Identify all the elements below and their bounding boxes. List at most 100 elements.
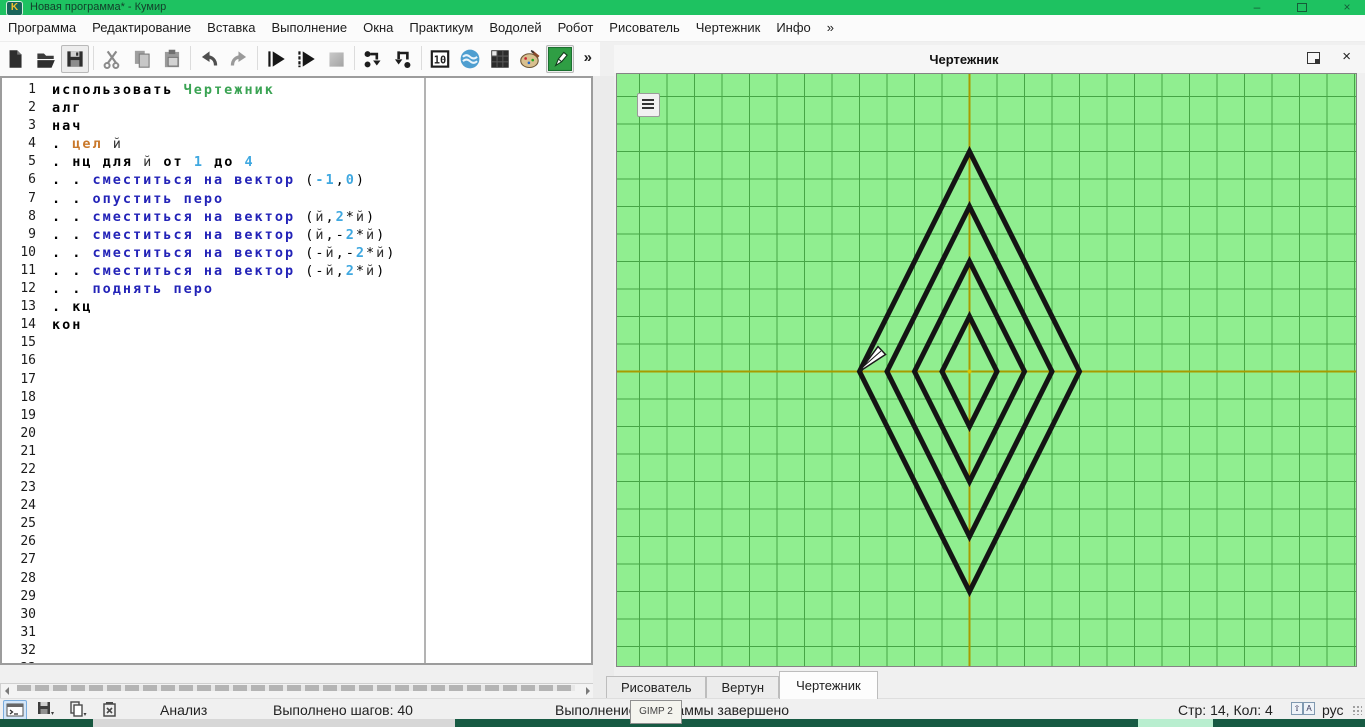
menu-item-editing[interactable]: Редактирование (84, 15, 199, 35)
close-button[interactable]: × (1337, 0, 1357, 15)
layout-language[interactable]: рус (1322, 702, 1343, 718)
save-file-button[interactable] (61, 45, 89, 73)
menu-item-overflow[interactable]: » (819, 15, 842, 35)
code-text[interactable]: использовать Чертежник алг нач. цел й. нц … (52, 81, 396, 663)
code-token: . . (52, 208, 93, 225)
cut-button[interactable] (98, 45, 126, 73)
run-button[interactable] (292, 45, 320, 73)
code-line-18[interactable] (52, 389, 396, 407)
line-number: 5 (28, 154, 36, 170)
code-editor[interactable]: 1 2 3 4 5 6 7 8 9 10 11 12 13 14 15 16 17 18 19 20 21 22 23 24 2… (0, 76, 593, 665)
code-line-33[interactable] (52, 660, 396, 663)
menu-item-program[interactable]: Программа (0, 15, 84, 35)
code-line-15[interactable] (52, 334, 396, 352)
code-line-7[interactable]: . . опустить перо (52, 190, 396, 208)
line-number: 7 (28, 190, 36, 206)
editor-panel-splitter[interactable] (593, 76, 614, 698)
code-line-4[interactable]: . цел й (52, 135, 396, 153)
window-chertezhnik-button[interactable] (546, 45, 574, 73)
scroll-right-arrow-icon[interactable] (586, 687, 590, 695)
save-session-icon[interactable] (35, 700, 57, 719)
menu-item-robot[interactable]: Робот (550, 15, 602, 35)
open-file-button[interactable] (31, 45, 59, 73)
menu-item-windows[interactable]: Окна (355, 15, 401, 35)
code-line-21[interactable] (52, 443, 396, 461)
toolbar-overflow-button[interactable]: » (584, 49, 592, 66)
copy-session-icon[interactable] (67, 700, 89, 719)
copy-button[interactable] (128, 45, 156, 73)
scrollbar-thumb[interactable] (17, 685, 575, 691)
clear-glyph (103, 702, 116, 717)
code-token: . . (52, 172, 93, 189)
tab-risovatel[interactable]: Рисователь (606, 676, 707, 699)
code-line-27[interactable] (52, 551, 396, 569)
tab-vertun[interactable]: Вертун (706, 676, 780, 699)
code-line-32[interactable] (52, 642, 396, 660)
stop-button[interactable] (322, 45, 350, 73)
code-line-29[interactable] (52, 588, 396, 606)
panel-close-button[interactable]: × (1342, 49, 1351, 65)
menu-item-insert[interactable]: Вставка (199, 15, 263, 35)
window-vodoley-button[interactable] (456, 45, 484, 73)
resize-grip[interactable] (1352, 705, 1362, 715)
window-robot-button[interactable] (486, 45, 514, 73)
keyboard-layout-icon[interactable]: ⇧ A (1291, 702, 1317, 716)
line-number: 16 (20, 353, 36, 369)
code-line-25[interactable] (52, 515, 396, 533)
code-line-11[interactable]: . . сместиться на вектор (-й,2*й) (52, 262, 396, 280)
chertezhnik-canvas[interactable] (616, 73, 1357, 667)
window-robot-icon (491, 50, 509, 68)
code-line-31[interactable] (52, 624, 396, 642)
clear-icon[interactable] (99, 700, 121, 719)
show-margin-values-button[interactable]: 10 (426, 45, 454, 73)
code-line-17[interactable] (52, 371, 396, 389)
menu-item-info[interactable]: Инфо (768, 15, 818, 35)
menu-item-practicum[interactable]: Практикум (401, 15, 481, 35)
code-line-9[interactable]: . . сместиться на вектор (й,-2*й) (52, 226, 396, 244)
code-line-24[interactable] (52, 497, 396, 515)
code-line-23[interactable] (52, 479, 396, 497)
code-line-14[interactable]: кон (52, 316, 396, 334)
line-number: 27 (20, 552, 36, 568)
code-line-12[interactable]: . . поднять перо (52, 280, 396, 298)
menu-item-chertezhnik[interactable]: Чертежник (688, 15, 769, 35)
undo-button[interactable] (195, 45, 223, 73)
window-risovatel-button[interactable] (516, 45, 544, 73)
code-token: й (325, 262, 336, 279)
code-token: алг (52, 100, 83, 117)
code-line-10[interactable]: . . сместиться на вектор (-й,-2*й) (52, 244, 396, 262)
code-line-5[interactable]: . нц для й от 1 до 4 (52, 153, 396, 171)
scroll-left-arrow-icon[interactable] (5, 687, 9, 695)
code-line-6[interactable]: . . сместиться на вектор (-1,0) (52, 171, 396, 189)
code-line-16[interactable] (52, 352, 396, 370)
line-number: 12 (20, 281, 36, 297)
code-line-20[interactable] (52, 425, 396, 443)
code-line-8[interactable]: . . сместиться на вектор (й,2*й) (52, 208, 396, 226)
code-line-26[interactable] (52, 533, 396, 551)
panel-float-button[interactable] (1307, 52, 1320, 64)
menu-item-vodoley[interactable]: Водолей (481, 15, 549, 35)
step-over-button[interactable] (359, 45, 387, 73)
code-line-1[interactable]: использовать Чертежник (52, 81, 396, 99)
run-blind-button[interactable] (262, 45, 290, 73)
code-line-30[interactable] (52, 606, 396, 624)
code-line-28[interactable] (52, 570, 396, 588)
line-number: 13 (20, 299, 36, 315)
console-icon[interactable] (3, 700, 27, 721)
paste-button[interactable] (158, 45, 186, 73)
code-line-19[interactable] (52, 407, 396, 425)
redo-button[interactable] (225, 45, 253, 73)
code-line-2[interactable]: алг (52, 99, 396, 117)
menu-item-risovatel[interactable]: Рисователь (601, 15, 687, 35)
tab-chertezhnik[interactable]: Чертежник (779, 671, 878, 699)
canvas-menu-button[interactable] (637, 93, 660, 117)
step-into-button[interactable] (389, 45, 417, 73)
new-file-button[interactable] (1, 45, 29, 73)
line-number: 4 (28, 136, 36, 152)
code-line-22[interactable] (52, 461, 396, 479)
code-line-3[interactable]: нач (52, 117, 396, 135)
code-line-13[interactable]: . кц (52, 298, 396, 316)
maximize-button[interactable] (1292, 0, 1312, 15)
menu-item-execution[interactable]: Выполнение (263, 15, 355, 35)
minimize-button[interactable]: – (1247, 0, 1267, 15)
